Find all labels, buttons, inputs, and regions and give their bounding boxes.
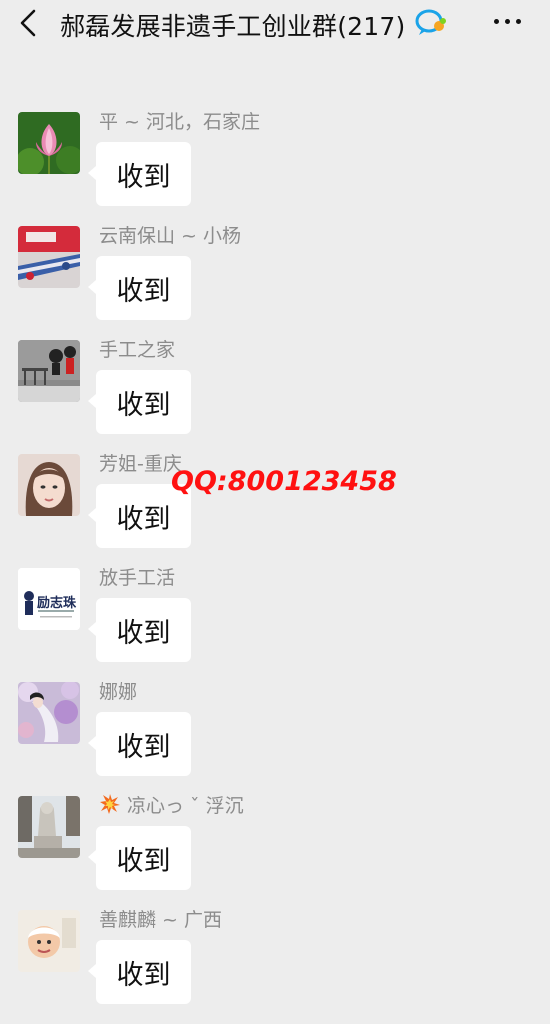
sender-name: 手工之家 — [99, 339, 176, 361]
sender-name: 善麒麟 ~ 广西 — [99, 909, 222, 931]
sender-name: 凉心っ ˇ 浮沉 — [99, 791, 244, 818]
message-row: 善麒麟 ~ 广西 收到 — [0, 909, 550, 1024]
message-row: 娜娜 收到 — [0, 681, 550, 796]
message-bubble[interactable]: 收到 — [88, 598, 191, 662]
craft-avatar[interactable] — [18, 226, 80, 288]
message-row: 凉心っ ˇ 浮沉 收到 — [0, 794, 550, 910]
logo-text: 励志珠 — [37, 596, 77, 611]
woman-photo-avatar[interactable] — [18, 454, 80, 516]
chat-title: 郝磊发展非遗手工创业群(217) — [60, 12, 406, 41]
dot-icon — [493, 18, 499, 24]
cartoon-couple-avatar[interactable] — [18, 340, 80, 402]
cartoon-avatar[interactable] — [18, 910, 80, 972]
statue-avatar[interactable] — [18, 796, 80, 858]
sender-name-text: 凉心っ ˇ 浮沉 — [127, 795, 244, 817]
sender-name: 娜娜 — [99, 681, 138, 703]
explosion-icon — [100, 794, 120, 814]
message-bubble[interactable]: 收到 — [88, 826, 191, 890]
message-row: 励志珠 放手工活 收到 — [0, 567, 550, 682]
dot-icon — [515, 18, 521, 24]
message-bubble[interactable]: 收到 — [88, 142, 191, 206]
chevron-left-icon — [20, 9, 36, 37]
message-row: 手工之家 收到 — [0, 339, 550, 454]
message-bubble[interactable]: 收到 — [88, 256, 191, 320]
group-chat-icon[interactable] — [414, 7, 448, 37]
sender-name: 云南保山 ~ 小杨 — [99, 225, 241, 247]
sender-name: 芳姐-重庆 — [99, 453, 182, 475]
flower-avatar[interactable] — [18, 682, 80, 744]
logo-avatar[interactable]: 励志珠 — [18, 568, 80, 630]
message-row: 平 ~ 河北，石家庄 收到 — [0, 111, 550, 226]
top-bar: 郝磊发展非遗手工创业群(217) — [0, 0, 550, 46]
sender-name: 放手工活 — [99, 567, 176, 589]
dot-icon — [504, 18, 510, 24]
sender-name: 平 ~ 河北，石家庄 — [99, 111, 260, 133]
more-options-button[interactable] — [490, 6, 524, 36]
back-button[interactable] — [12, 4, 44, 42]
lotus-avatar[interactable] — [18, 112, 80, 174]
message-bubble[interactable]: 收到 — [88, 940, 191, 1004]
watermark-text: QQ:800123458 — [171, 466, 397, 497]
message-bubble[interactable]: 收到 — [88, 712, 191, 776]
message-bubble[interactable]: 收到 — [88, 370, 191, 434]
message-row: 云南保山 ~ 小杨 收到 — [0, 225, 550, 340]
